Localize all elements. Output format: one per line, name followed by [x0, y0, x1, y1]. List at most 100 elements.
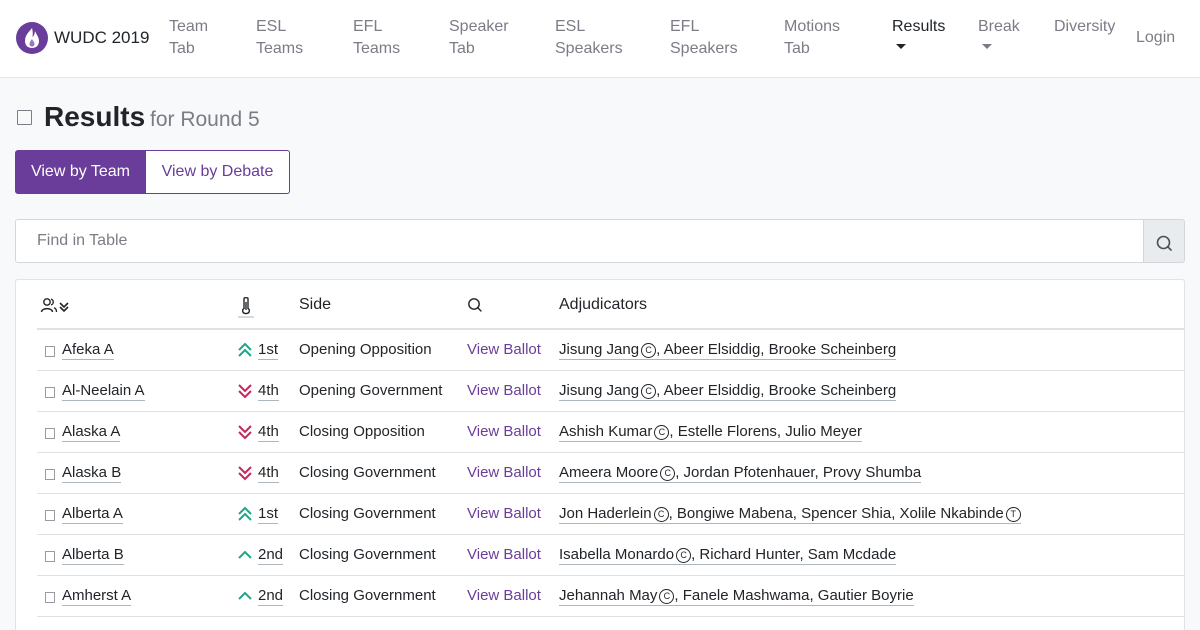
double-chevron-up-icon	[238, 342, 252, 357]
nav-team-tab-line1: Team	[169, 18, 209, 35]
nav-team-tab-line2: Tab	[169, 40, 195, 57]
team-name[interactable]: Al-Neelain A	[62, 382, 145, 401]
nav-results-dropdown[interactable]: Results	[892, 16, 945, 49]
table-row: Amherst A 2nd Closing Government View Ballo…	[37, 576, 1184, 617]
chevron-up-icon	[238, 550, 252, 559]
nav-efl-teams-line2: Teams	[353, 40, 401, 57]
search-button[interactable]	[1143, 219, 1185, 263]
table-header: Side Adjudicators	[37, 280, 1184, 330]
view-ballot-link[interactable]: View Ballot	[467, 587, 541, 605]
row-checkbox-icon	[45, 346, 55, 357]
adjudicator-list[interactable]: Jon Haderlein C, Bongiwe Mabena, Spencer …	[559, 505, 1021, 524]
view-ballot-link[interactable]: View Ballot	[467, 505, 541, 523]
table-row: Al-Neelain A 4th Opening Government View Ba…	[37, 371, 1184, 412]
view-ballot-link[interactable]: View Ballot	[467, 423, 541, 441]
nav-esl-speakers[interactable]: ESL Speakers	[555, 16, 623, 60]
nav-speaker-tab[interactable]: Speaker Tab	[449, 16, 509, 60]
double-chevron-down-icon	[238, 384, 252, 399]
debate-side: Closing Government	[299, 505, 436, 522]
team-name[interactable]: Afeka A	[62, 341, 114, 360]
nav-motions-tab-line1: Motions	[784, 18, 841, 35]
row-checkbox-icon	[45, 387, 55, 398]
result-rank: 2nd	[258, 587, 284, 606]
adjudicator-list[interactable]: Jisung Jang C, Abeer Elsiddig, Brooke Sch…	[559, 382, 897, 401]
debate-side: Closing Government	[299, 587, 436, 604]
panel-names: , Abeer Elsiddig, Brooke Scheinberg	[656, 382, 897, 399]
team-name[interactable]: Alaska B	[62, 464, 122, 483]
nav-efl-teams[interactable]: EFL Teams	[353, 16, 400, 60]
table-search	[15, 219, 1185, 263]
double-chevron-down-icon	[238, 425, 252, 440]
brand-logo-icon	[16, 22, 48, 54]
team-name[interactable]: Alberta B	[62, 546, 124, 565]
debate-side: Closing Opposition	[299, 423, 425, 440]
nav-efl-speakers[interactable]: EFL Speakers	[670, 16, 738, 60]
nav-speaker-tab-line1: Speaker	[449, 18, 509, 35]
table-row: Afeka A 1st Opening Opposition View Ballot J…	[37, 330, 1184, 371]
chevron-up-icon	[238, 591, 252, 600]
panel-names: , Jordan Pfotenhauer, Provy Shumba	[675, 464, 922, 481]
side-column-header[interactable]: Side	[299, 296, 331, 314]
adjudicator-list[interactable]: Jehannah May C, Fanele Mashwama, Gautier …	[559, 587, 914, 606]
adjudicators-column-header[interactable]: Adjudicators	[559, 296, 647, 314]
team-name[interactable]: Alaska A	[62, 423, 121, 442]
row-checkbox-icon	[45, 551, 55, 562]
adjudicator-list[interactable]: Jisung Jang C, Abeer Elsiddig, Brooke Sch…	[559, 341, 897, 360]
nav-login-label: Login	[1136, 29, 1176, 46]
nav-speaker-tab-line2: Tab	[449, 40, 475, 57]
adjudicator-list[interactable]: Ameera Moore C, Jordan Pfotenhauer, Provy…	[559, 464, 922, 483]
search-input[interactable]	[15, 219, 1144, 263]
result-rank: 1st	[258, 341, 279, 360]
view-by-debate-button[interactable]: View by Debate	[146, 150, 290, 194]
team-name[interactable]: Amherst A	[62, 587, 132, 606]
nav-break-dropdown[interactable]: Break	[978, 16, 1020, 49]
chair-role-icon: C	[654, 425, 670, 440]
nav-esl-teams[interactable]: ESL Teams	[256, 16, 303, 60]
panel-names: , Richard Hunter, Sam Mcdade	[691, 546, 897, 563]
row-checkbox-icon	[45, 510, 55, 521]
nav-diversity[interactable]: Diversity	[1054, 16, 1115, 38]
chair-name: Jon Haderlein	[559, 505, 652, 522]
nav-efl-speakers-line1: EFL	[670, 18, 700, 35]
trainee-role-icon: T	[1005, 507, 1021, 522]
view-toggle: View by Team View by Debate	[15, 150, 290, 194]
page-subtitle: for Round 5	[150, 108, 260, 131]
nav-esl-teams-line2: Teams	[256, 40, 304, 57]
table-row: Alaska A 4th Closing Opposition View Ballot…	[37, 412, 1184, 453]
view-ballot-link[interactable]: View Ballot	[467, 341, 541, 359]
double-chevron-down-icon	[238, 466, 252, 481]
nav-motions-tab[interactable]: Motions Tab	[784, 16, 840, 60]
row-checkbox-icon	[45, 469, 55, 480]
brand[interactable]: WUDC 2019	[16, 22, 149, 54]
nav-motions-tab-line2: Tab	[784, 40, 810, 57]
nav-diversity-label: Diversity	[1054, 18, 1116, 35]
chair-role-icon: C	[653, 507, 669, 522]
search-icon[interactable]	[467, 297, 483, 313]
chair-name: Jehannah May	[559, 587, 658, 604]
chair-role-icon: C	[641, 343, 657, 358]
table-row: Alberta B 2nd Closing Government View Ballo…	[37, 535, 1184, 576]
nav-team-tab[interactable]: Team Tab	[169, 16, 208, 60]
users-sort-icon[interactable]	[40, 297, 72, 315]
adjudicator-list[interactable]: Ashish Kumar C, Estelle Florens, Julio Me…	[559, 423, 862, 442]
team-name[interactable]: Alberta A	[62, 505, 123, 524]
caret-down-icon	[982, 44, 992, 49]
search-icon	[1156, 235, 1172, 251]
double-chevron-up-icon	[238, 506, 252, 521]
view-by-team-button[interactable]: View by Team	[15, 150, 146, 194]
thermometer-icon[interactable]	[238, 296, 254, 318]
nav-esl-speakers-line1: ESL	[555, 18, 586, 35]
trainee-name: Xolile Nkabinde	[899, 505, 1004, 522]
view-ballot-link[interactable]: View Ballot	[467, 464, 541, 482]
view-ballot-link[interactable]: View Ballot	[467, 382, 541, 400]
nav-login[interactable]: Login	[1136, 27, 1175, 49]
results-table-card: Side Adjudicators Afeka A 1st Opening Oppo…	[15, 279, 1185, 630]
chair-name: Ashish Kumar	[559, 423, 653, 440]
panel-names: , Fanele Mashwama, Gautier Boyrie	[674, 587, 914, 604]
nav-results-label: Results	[892, 18, 946, 35]
result-rank: 1st	[258, 505, 279, 524]
adjudicator-list[interactable]: Isabella Monardo C, Richard Hunter, Sam M…	[559, 546, 897, 565]
nav-efl-teams-line1: EFL	[353, 18, 383, 35]
view-ballot-link[interactable]: View Ballot	[467, 546, 541, 564]
panel-names: , Abeer Elsiddig, Brooke Scheinberg	[656, 341, 897, 358]
